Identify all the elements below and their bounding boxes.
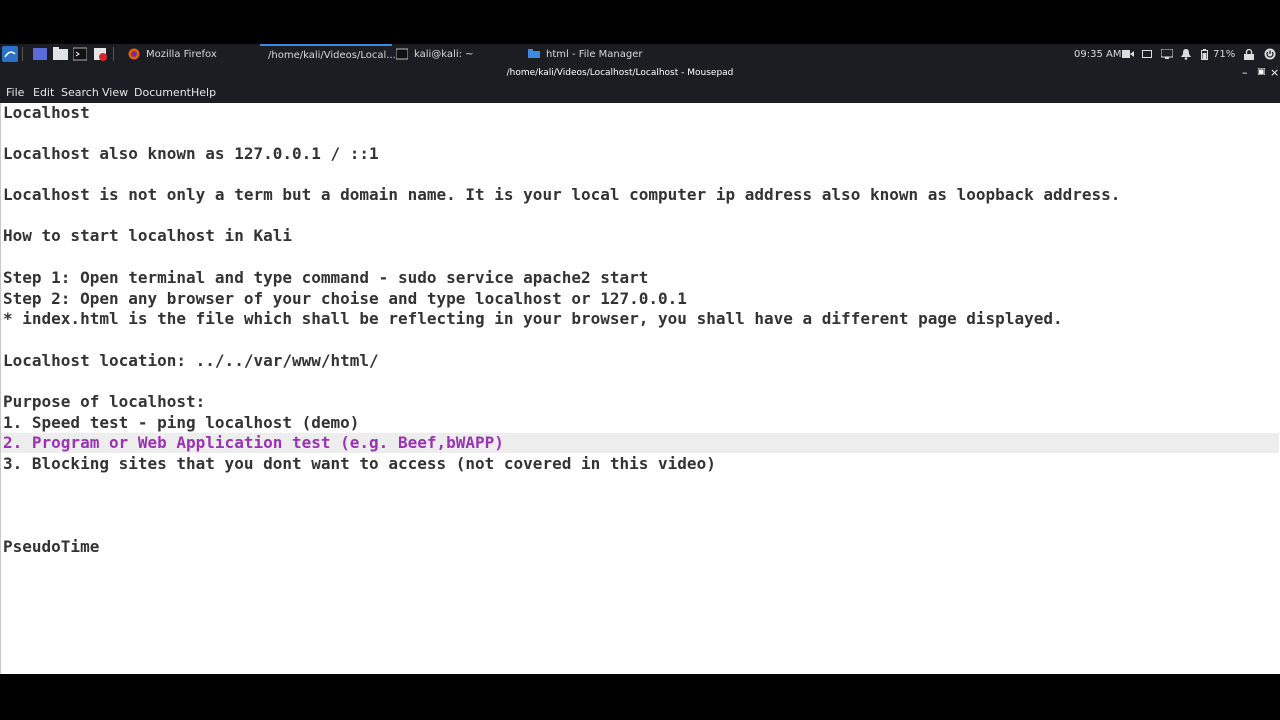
task-terminal[interactable]: kali@kali: ~ — [396, 44, 524, 64]
editor-line: Purpose of localhost: — [3, 392, 206, 411]
menu-bar: File Edit Search View Document Help — [0, 82, 1280, 103]
workspace-icon[interactable] — [33, 44, 47, 64]
task-label: html - File Manager — [546, 48, 643, 60]
editor-line: Localhost location: ../../var/www/html/ — [3, 351, 379, 370]
terminal-icon — [396, 48, 408, 60]
editor-line-current: 2. Program or Web Application test (e.g.… — [3, 433, 504, 452]
editor-line: * index.html is the file which shall be … — [3, 309, 1063, 328]
editor-line: Localhost — [3, 103, 90, 122]
menu-search[interactable]: Search — [61, 86, 99, 99]
text-editor-area[interactable]: Localhost Localhost also known as 127.0.… — [0, 103, 1280, 674]
task-label: Mozilla Firefox — [146, 48, 217, 60]
menu-file[interactable]: File — [6, 86, 24, 99]
battery-icon[interactable] — [1201, 44, 1208, 64]
lock-icon[interactable] — [1244, 44, 1254, 64]
menu-help[interactable]: Help — [191, 86, 216, 99]
task-label: /home/kali/Videos/Local... — [268, 49, 396, 61]
editor-line: Localhost is not only a term but a domai… — [3, 185, 1121, 204]
window-title: /home/kali/Videos/Localhost/Localhost - … — [506, 68, 734, 78]
editor-line: Step 1: Open terminal and type command -… — [3, 268, 649, 287]
minimize-icon[interactable]: – — [1242, 66, 1248, 79]
files-icon[interactable] — [53, 44, 68, 64]
task-file-manager[interactable]: html - File Manager — [528, 44, 688, 64]
browser-launcher-icon[interactable] — [93, 44, 107, 64]
kali-menu-icon[interactable] — [2, 44, 18, 64]
network-icon[interactable] — [1161, 44, 1173, 64]
close-icon[interactable]: × — [1270, 66, 1279, 79]
task-firefox[interactable]: Mozilla Firefox — [128, 44, 256, 64]
terminal-launcher-icon[interactable] — [73, 44, 87, 64]
editor-line: Step 2: Open any browser of your choise … — [3, 289, 687, 308]
editor-line: PseudoTime — [3, 537, 100, 556]
folder-icon — [528, 49, 540, 58]
task-mousepad[interactable]: /home/kali/Videos/Local... — [260, 44, 396, 64]
menu-view[interactable]: View — [102, 86, 128, 99]
display-icon[interactable] — [1142, 44, 1152, 64]
menu-edit[interactable]: Edit — [33, 86, 54, 99]
battery-percent: 71% — [1213, 48, 1236, 60]
editor-line: How to start localhost in Kali — [3, 226, 292, 245]
clock[interactable]: 09:35 AM — [1074, 44, 1121, 64]
window-titlebar[interactable]: /home/kali/Videos/Localhost/Localhost - … — [0, 64, 1280, 82]
task-label: kali@kali: ~ — [414, 48, 474, 60]
top-panel: Mozilla Firefox /home/kali/Videos/Local.… — [0, 44, 1280, 64]
panel-separator — [113, 44, 115, 64]
recording-icon[interactable] — [1122, 44, 1134, 64]
panel-separator — [22, 44, 24, 64]
maximize-icon[interactable]: ▣ — [1257, 67, 1266, 77]
editor-line: 3. Blocking sites that you dont want to … — [3, 454, 716, 473]
notifications-icon[interactable] — [1181, 44, 1191, 64]
editor-line: 1. Speed test - ping localhost (demo) — [3, 413, 360, 432]
power-icon[interactable] — [1264, 44, 1276, 64]
firefox-icon — [128, 48, 140, 60]
menu-document[interactable]: Document — [134, 86, 191, 99]
editor-line: Localhost also known as 127.0.0.1 / ::1 — [3, 144, 379, 163]
